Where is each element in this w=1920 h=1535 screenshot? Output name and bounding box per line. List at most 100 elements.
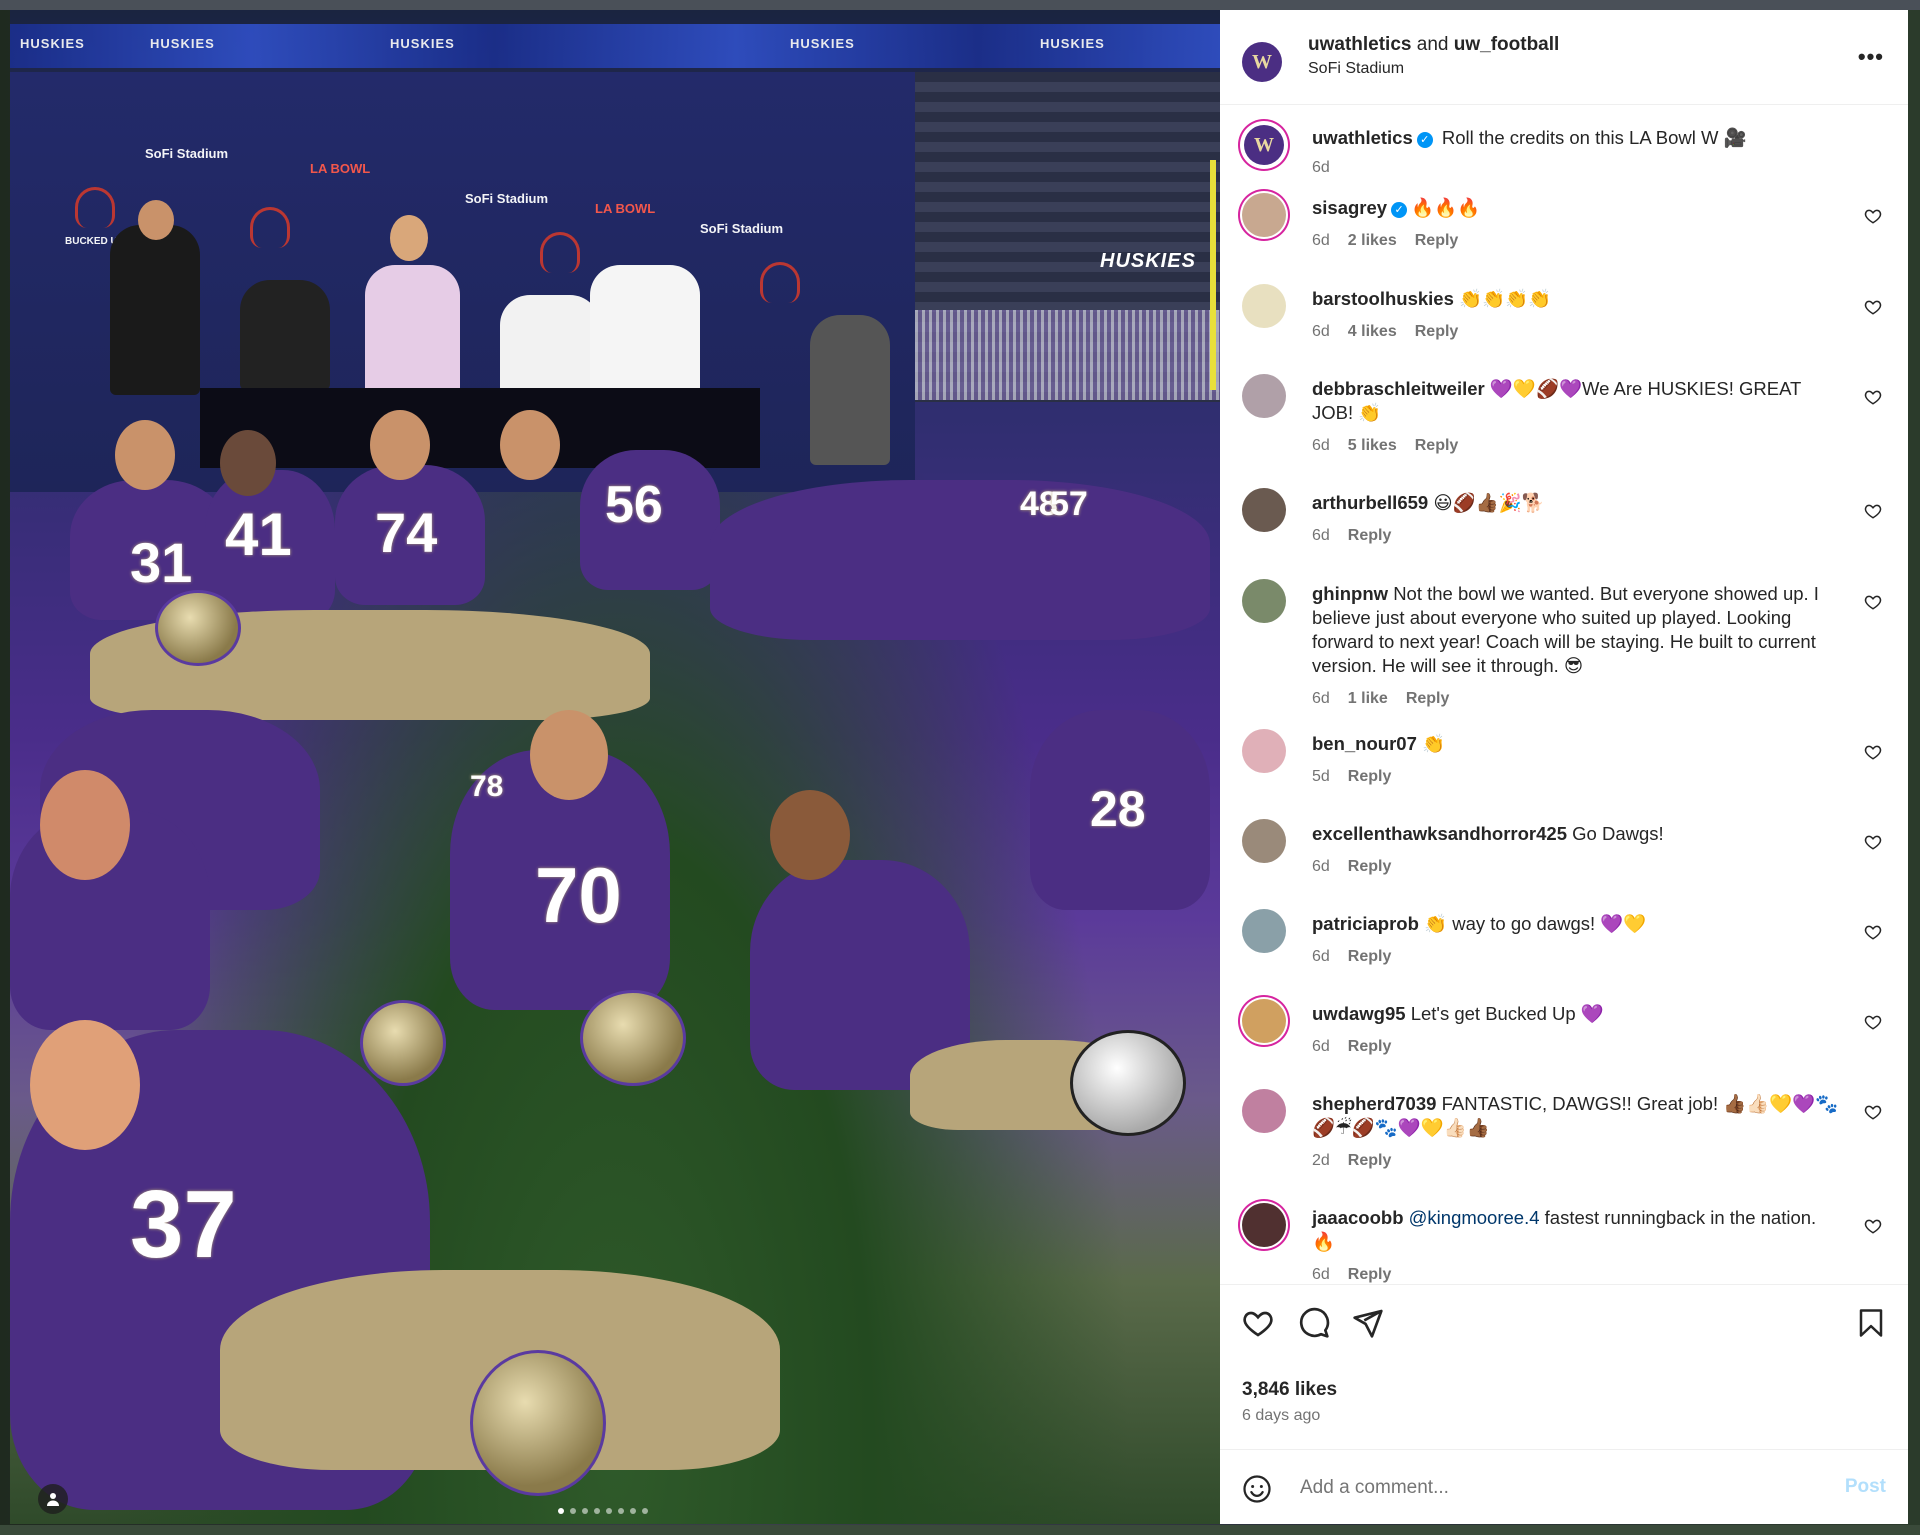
carousel-dot[interactable] xyxy=(630,1508,636,1514)
comment-like-icon[interactable] xyxy=(1864,593,1882,611)
comment-username[interactable]: jaaacoobb xyxy=(1312,1207,1404,1228)
reply-button[interactable]: Reply xyxy=(1415,437,1459,454)
comment-text: 👏 xyxy=(1422,733,1446,754)
carousel-dot[interactable] xyxy=(570,1508,576,1514)
jersey-number: 41 xyxy=(225,501,292,568)
post-header: W uwathletics and uw_football SoFi Stadi… xyxy=(1220,10,1908,105)
la-bowl-logo: LA BOWL xyxy=(310,161,371,176)
author-avatar[interactable]: W xyxy=(1242,42,1282,82)
author-username[interactable]: uwathletics xyxy=(1308,34,1411,55)
comment-time: 6d xyxy=(1312,858,1330,875)
ribbon-text: HUSKIES xyxy=(1040,36,1105,51)
comment-username[interactable]: shepherd7039 xyxy=(1312,1093,1436,1114)
tagged-people-button[interactable] xyxy=(38,1484,68,1514)
carousel-dot[interactable] xyxy=(582,1508,588,1514)
commenter-avatar[interactable] xyxy=(1242,193,1286,237)
comment-text: 👏 way to go dawgs! 💜💛 xyxy=(1424,913,1647,934)
comment-username[interactable]: arthurbell659 xyxy=(1312,492,1428,513)
caption-time: 6d xyxy=(1312,159,1330,176)
comment-username[interactable]: debbraschleitweiler xyxy=(1312,378,1485,399)
comment-username[interactable]: sisagrey xyxy=(1312,197,1387,218)
reply-button[interactable]: Reply xyxy=(1348,1266,1392,1283)
comment-username[interactable]: barstoolhuskies xyxy=(1312,288,1454,309)
post-comment-button[interactable]: Post xyxy=(1845,1476,1886,1498)
comment-likes[interactable]: 4 likes xyxy=(1348,323,1397,340)
jersey-number: 37 xyxy=(130,1171,237,1278)
commenter-avatar[interactable] xyxy=(1242,579,1286,623)
reply-button[interactable]: Reply xyxy=(1348,768,1392,785)
comment-like-icon[interactable] xyxy=(1864,298,1882,316)
comment-likes[interactable]: 1 like xyxy=(1348,690,1388,707)
commenter-avatar[interactable] xyxy=(1242,1203,1286,1247)
carousel-dot[interactable] xyxy=(618,1508,624,1514)
commenter-avatar[interactable] xyxy=(1242,1089,1286,1133)
carousel-dot[interactable] xyxy=(642,1508,648,1514)
post-photo[interactable]: HUSKIES HUSKIES HUSKIES HUSKIES HUSKIES … xyxy=(10,10,1220,1524)
reply-button[interactable]: Reply xyxy=(1348,948,1392,965)
share-icon[interactable] xyxy=(1352,1307,1384,1339)
heart-icon[interactable] xyxy=(1242,1307,1274,1339)
comment-username[interactable]: excellenthawksandhorror425 xyxy=(1312,823,1567,844)
carousel-dot[interactable] xyxy=(558,1508,564,1514)
reply-button[interactable]: Reply xyxy=(1348,1038,1392,1055)
carousel-dot[interactable] xyxy=(606,1508,612,1514)
comment-like-icon[interactable] xyxy=(1864,743,1882,761)
comment-like-icon[interactable] xyxy=(1864,1013,1882,1031)
post-stats: 3,846 likes 6 days ago xyxy=(1220,1379,1908,1450)
sofi-logo: SoFi Stadium xyxy=(465,191,549,206)
carousel-dots[interactable] xyxy=(558,1508,648,1514)
comment-body: excellenthawksandhorror425 Go Dawgs! 6d Re… xyxy=(1312,822,1842,879)
comment-like-icon[interactable] xyxy=(1864,502,1882,520)
comment-like-icon[interactable] xyxy=(1864,388,1882,406)
comment-username[interactable]: patriciaprob xyxy=(1312,913,1419,934)
caption-username[interactable]: uwathletics xyxy=(1312,127,1413,148)
comment-like-icon[interactable] xyxy=(1864,1103,1882,1121)
comments-list[interactable]: W uwathletics ✓ Roll the credits on this … xyxy=(1220,105,1908,1285)
comment-like-icon[interactable] xyxy=(1864,923,1882,941)
author-avatar[interactable]: W xyxy=(1242,123,1286,167)
comment-like-icon[interactable] xyxy=(1864,207,1882,225)
collab-username[interactable]: uw_football xyxy=(1454,34,1560,55)
comment-username[interactable]: ben_nour07 xyxy=(1312,733,1417,754)
comment-meta: 6d 5 likes Reply xyxy=(1312,434,1842,458)
post-date[interactable]: 6 days ago xyxy=(1242,1407,1320,1425)
more-icon[interactable]: ••• xyxy=(1858,44,1884,70)
commenter-avatar[interactable] xyxy=(1242,488,1286,532)
commenter-avatar[interactable] xyxy=(1242,999,1286,1043)
comment-likes[interactable]: 5 likes xyxy=(1348,437,1397,454)
comment-like-icon[interactable] xyxy=(1864,1217,1882,1235)
commenter-avatar[interactable] xyxy=(1242,819,1286,863)
comment-input[interactable] xyxy=(1298,1476,1822,1500)
reply-button[interactable]: Reply xyxy=(1415,232,1459,249)
goalpost xyxy=(1210,160,1216,390)
reply-button[interactable]: Reply xyxy=(1415,323,1459,340)
comment-username[interactable]: ghinpnw xyxy=(1312,583,1388,604)
antler-logo xyxy=(75,187,115,228)
commenter-avatar[interactable] xyxy=(1242,729,1286,773)
sofi-logo: SoFi Stadium xyxy=(700,221,784,236)
comment-username[interactable]: uwdawg95 xyxy=(1312,1003,1406,1024)
commenter-avatar[interactable] xyxy=(1242,374,1286,418)
post-details-panel: W uwathletics and uw_football SoFi Stadi… xyxy=(1220,10,1908,1524)
comment-icon[interactable] xyxy=(1298,1307,1330,1339)
verified-icon: ✓ xyxy=(1416,132,1433,148)
emoji-icon[interactable] xyxy=(1242,1474,1272,1504)
comment-mention[interactable]: @kingmooree.4 xyxy=(1409,1207,1540,1228)
reply-button[interactable]: Reply xyxy=(1406,690,1450,707)
bookmark-icon[interactable] xyxy=(1856,1307,1886,1339)
comment-like-icon[interactable] xyxy=(1864,833,1882,851)
player-head xyxy=(500,410,560,480)
likes-count[interactable]: 3,846 likes xyxy=(1242,1379,1337,1401)
player-head xyxy=(530,710,608,800)
carousel-dot[interactable] xyxy=(594,1508,600,1514)
reply-button[interactable]: Reply xyxy=(1348,858,1392,875)
commenter-avatar[interactable] xyxy=(1242,909,1286,953)
location-link[interactable]: SoFi Stadium xyxy=(1308,60,1404,78)
comment-likes[interactable]: 2 likes xyxy=(1348,232,1397,249)
commenter-avatar[interactable] xyxy=(1242,284,1286,328)
comment-meta: 6d Reply xyxy=(1312,855,1842,879)
reply-button[interactable]: Reply xyxy=(1348,1152,1392,1169)
reply-button[interactable]: Reply xyxy=(1348,527,1392,544)
comment-time: 6d xyxy=(1312,437,1330,454)
player-head xyxy=(115,420,175,490)
